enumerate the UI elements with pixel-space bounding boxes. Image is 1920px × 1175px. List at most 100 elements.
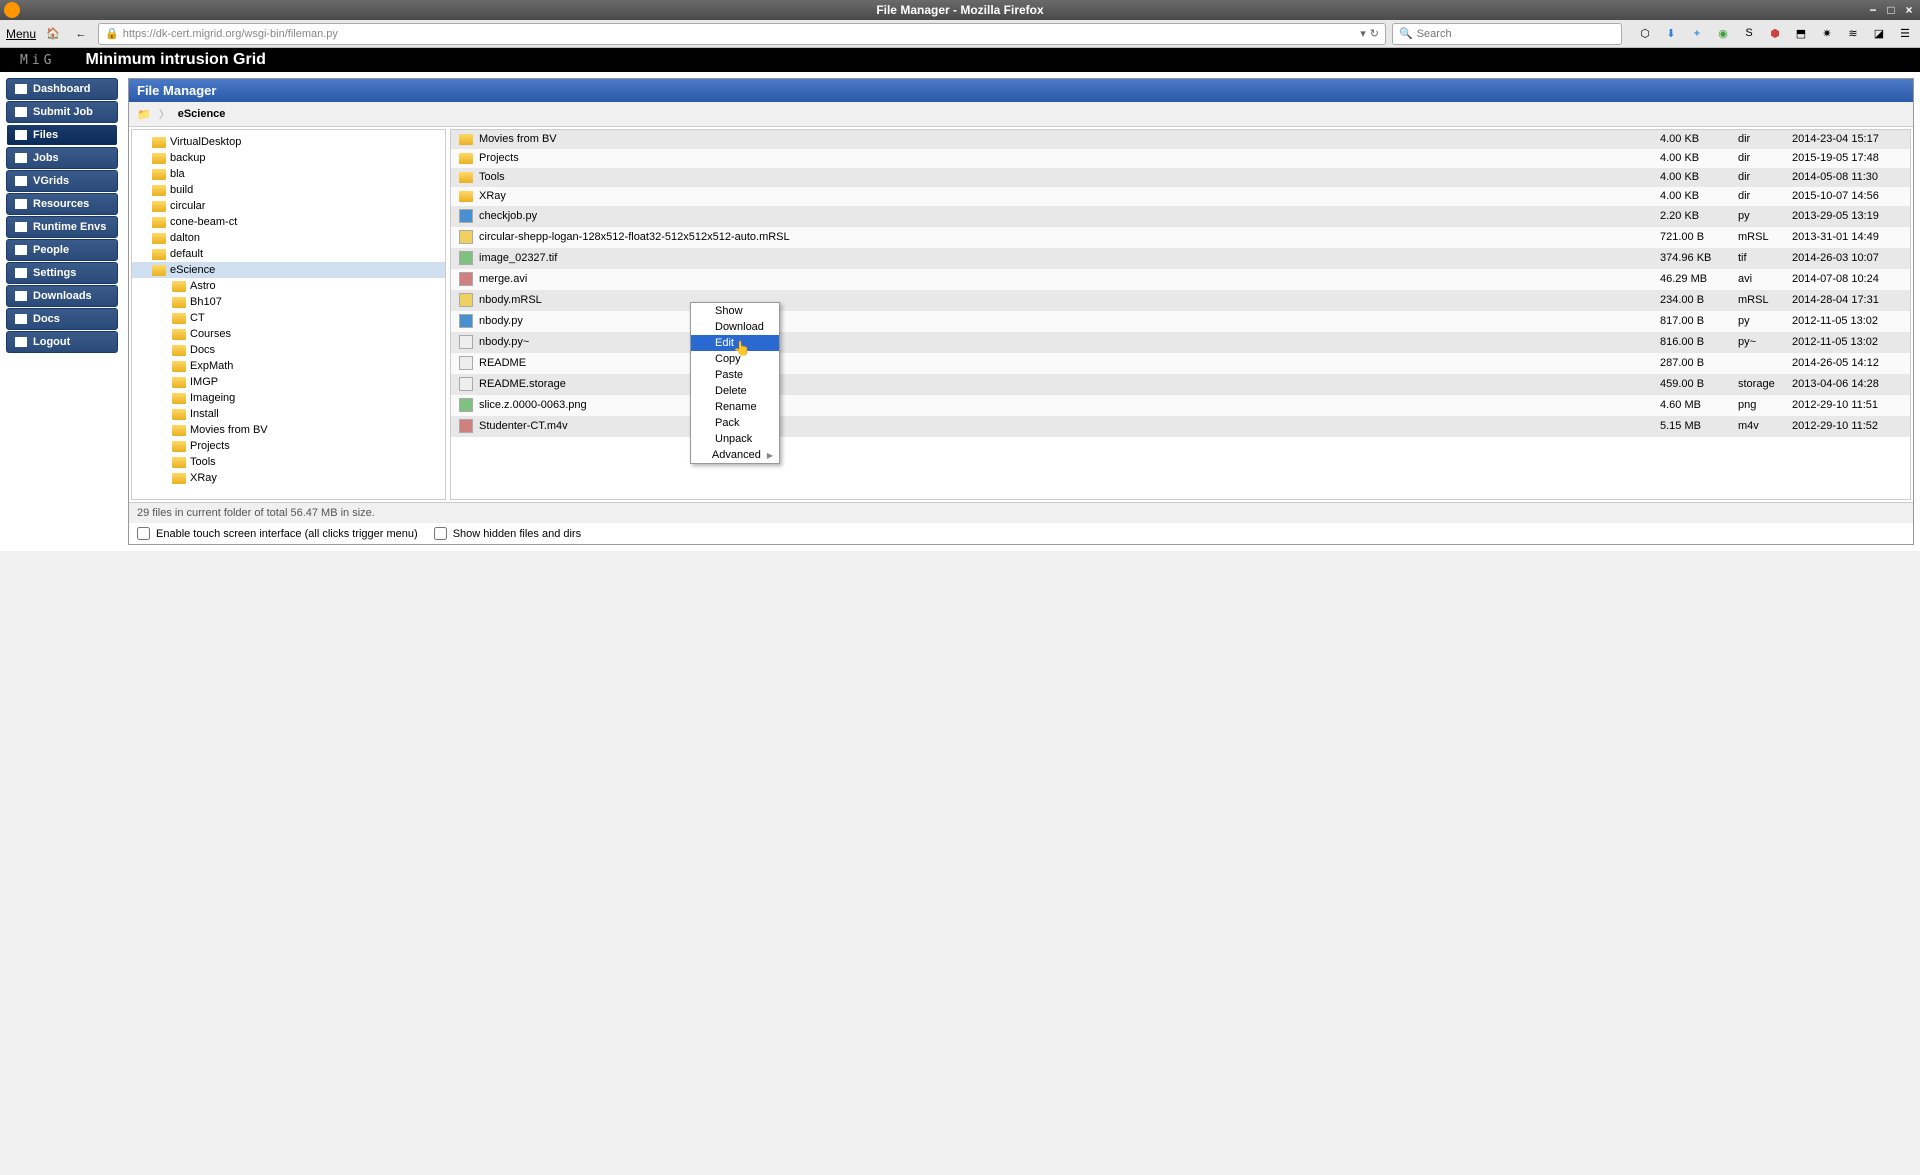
mig-logo: MiG (20, 53, 55, 68)
menu-button[interactable]: Menu (6, 27, 36, 41)
hidden-label: Show hidden files and dirs (453, 528, 581, 540)
file-row[interactable]: nbody.py817.00 Bpy2012-11-05 13:02 (451, 311, 1910, 332)
ctx-item-advanced[interactable]: Advanced▶ (691, 447, 779, 463)
close-icon[interactable]: × (1902, 0, 1916, 20)
dropdown-icon[interactable]: ▾ (1360, 27, 1366, 40)
file-date: 2013-04-06 14:28 (1792, 378, 1902, 390)
ctx-item-rename[interactable]: Rename (691, 399, 779, 415)
ctx-icon (697, 449, 706, 461)
file-row[interactable]: merge.avi46.29 MBavi2014-07-08 10:24 (451, 269, 1910, 290)
tree-item[interactable]: Tools (132, 454, 445, 470)
tree-item[interactable]: circular (132, 198, 445, 214)
tree-item[interactable]: dalton (132, 230, 445, 246)
url-bar[interactable]: 🔒 https://dk-cert.migrid.org/wsgi-bin/fi… (98, 23, 1386, 45)
folder-icon (172, 409, 186, 420)
file-row[interactable]: circular-shepp-logan-128x512-float32-512… (451, 227, 1910, 248)
tree-item[interactable]: bla (132, 166, 445, 182)
tree-panel: VirtualDesktopbackupblabuildcircularcone… (131, 129, 446, 500)
hamburger-icon[interactable]: ☰ (1896, 27, 1914, 40)
ctx-item-download[interactable]: Download (691, 319, 779, 335)
file-row[interactable]: Movies from BV4.00 KBdir2014-23-04 15:17 (451, 130, 1910, 149)
tree-item[interactable]: Courses (132, 326, 445, 342)
file-row[interactable]: Tools4.00 KBdir2014-05-08 11:30 (451, 168, 1910, 187)
file-name: circular-shepp-logan-128x512-float32-512… (479, 231, 790, 243)
tree-item-label: Courses (190, 328, 231, 340)
ext6-icon[interactable]: ◪ (1870, 27, 1888, 40)
file-row[interactable]: README287.00 B2014-26-05 14:12 (451, 353, 1910, 374)
pocket-icon[interactable]: ⬡ (1636, 27, 1654, 40)
file-row[interactable]: slice.z.0000-0063.png4.60 MBpng2012-29-1… (451, 395, 1910, 416)
tree-item[interactable]: Projects (132, 438, 445, 454)
file-row[interactable]: checkjob.py2.20 KBpy2013-29-05 13:19 (451, 206, 1910, 227)
file-row[interactable]: image_02327.tif374.96 KBtif2014-26-03 10… (451, 248, 1910, 269)
file-icon (459, 272, 473, 286)
sidebar-item-docs[interactable]: Docs (6, 308, 118, 330)
file-row[interactable]: Studenter-CT.m4v5.15 MBm4v2012-29-10 11:… (451, 416, 1910, 437)
hidden-checkbox[interactable] (434, 527, 447, 540)
ext2-icon[interactable]: ◉ (1714, 27, 1732, 40)
adblock-icon[interactable]: ⬢ (1766, 27, 1784, 40)
tree-item[interactable]: XRay (132, 470, 445, 486)
back-icon[interactable]: ← (70, 23, 92, 45)
touch-checkbox[interactable] (137, 527, 150, 540)
file-row[interactable]: README.storage459.00 Bstorage2013-04-06 … (451, 374, 1910, 395)
file-icon (459, 314, 473, 328)
reload-icon[interactable]: ↻ (1370, 27, 1379, 40)
tree-item[interactable]: IMGP (132, 374, 445, 390)
ctx-item-show[interactable]: Show (691, 303, 779, 319)
nav-icon (15, 199, 27, 209)
sidebar-item-dashboard[interactable]: Dashboard (6, 78, 118, 100)
sidebar-item-logout[interactable]: Logout (6, 331, 118, 353)
tree-item[interactable]: cone-beam-ct (132, 214, 445, 230)
maximize-icon[interactable]: □ (1884, 0, 1898, 20)
home-icon[interactable]: 🏠 (42, 23, 64, 45)
sidebar-item-jobs[interactable]: Jobs (6, 147, 118, 169)
ext5-icon[interactable]: ≋ (1844, 27, 1862, 40)
file-row[interactable]: XRay4.00 KBdir2015-10-07 14:56 (451, 187, 1910, 206)
file-row[interactable]: nbody.py~816.00 Bpy~2012-11-05 13:02 (451, 332, 1910, 353)
tree-item[interactable]: ExpMath (132, 358, 445, 374)
ext3-icon[interactable]: S (1740, 27, 1758, 40)
ctx-item-delete[interactable]: Delete (691, 383, 779, 399)
tree-item[interactable]: backup (132, 150, 445, 166)
tree-item[interactable]: default (132, 246, 445, 262)
sidebar-item-label: People (33, 244, 69, 256)
chevron-right-icon: ▶ (767, 451, 773, 460)
ext1-icon[interactable]: ✦ (1688, 27, 1706, 40)
tree-item[interactable]: Imageing (132, 390, 445, 406)
minimize-icon[interactable]: − (1866, 0, 1880, 20)
breadcrumb-current[interactable]: eScience (178, 108, 226, 120)
search-input[interactable] (1417, 28, 1615, 40)
sidebar-item-submit-job[interactable]: Submit Job (6, 101, 118, 123)
tree-item[interactable]: Movies from BV (132, 422, 445, 438)
ext4-icon[interactable]: ⬒ (1792, 27, 1810, 40)
tree-item[interactable]: VirtualDesktop (132, 134, 445, 150)
search-bar[interactable]: 🔍 (1392, 23, 1622, 45)
gear-icon[interactable]: ✷ (1818, 27, 1836, 40)
file-icon (459, 335, 473, 349)
home-folder-icon[interactable]: 📁 (137, 108, 151, 121)
ctx-item-paste[interactable]: Paste (691, 367, 779, 383)
tree-item-label: Imageing (190, 392, 235, 404)
tree-item[interactable]: CT (132, 310, 445, 326)
sidebar-item-people[interactable]: People (6, 239, 118, 261)
sidebar-item-runtime-envs[interactable]: Runtime Envs (6, 216, 118, 238)
tree-item[interactable]: Astro (132, 278, 445, 294)
tree-item[interactable]: Bh107 (132, 294, 445, 310)
file-size: 5.15 MB (1660, 420, 1738, 432)
tree-item[interactable]: Install (132, 406, 445, 422)
file-row[interactable]: nbody.mRSL234.00 BmRSL2014-28-04 17:31 (451, 290, 1910, 311)
sidebar-item-downloads[interactable]: Downloads (6, 285, 118, 307)
tree-item[interactable]: eScience (132, 262, 445, 278)
file-row[interactable]: Projects4.00 KBdir2015-19-05 17:48 (451, 149, 1910, 168)
file-type: mRSL (1738, 294, 1792, 306)
ctx-item-unpack[interactable]: Unpack (691, 431, 779, 447)
sidebar-item-settings[interactable]: Settings (6, 262, 118, 284)
sidebar-item-vgrids[interactable]: VGrids (6, 170, 118, 192)
download-icon[interactable]: ⬇ (1662, 27, 1680, 40)
sidebar-item-files[interactable]: Files (6, 124, 118, 146)
tree-item[interactable]: build (132, 182, 445, 198)
tree-item[interactable]: Docs (132, 342, 445, 358)
sidebar-item-resources[interactable]: Resources (6, 193, 118, 215)
ctx-item-pack[interactable]: Pack (691, 415, 779, 431)
